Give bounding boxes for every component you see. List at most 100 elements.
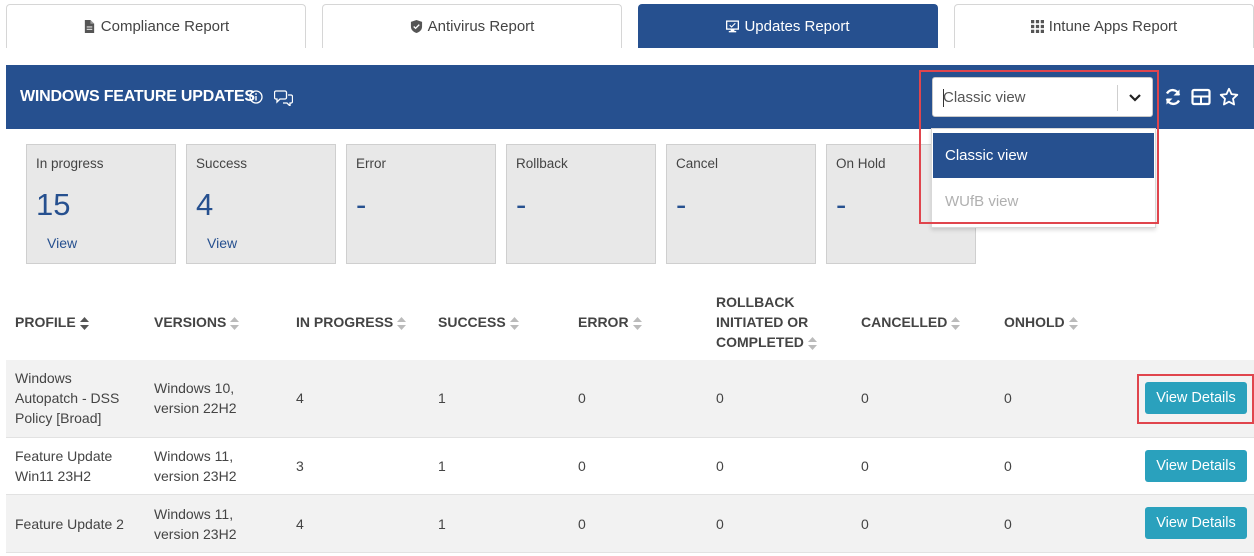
report-tabs: Compliance Report Antivirus Report Updat… — [6, 4, 1254, 48]
tab-compliance-report[interactable]: Compliance Report — [6, 4, 306, 48]
cell-line: version 23H2 — [154, 468, 237, 484]
star-icon[interactable] — [1219, 87, 1239, 107]
tab-label: Updates Report — [744, 18, 850, 35]
sort-icon — [1068, 316, 1078, 330]
column-label: ONHOLD — [1004, 314, 1065, 330]
option-classic-view[interactable]: Classic view — [933, 133, 1154, 178]
cell-cancelled: 0 — [861, 516, 869, 532]
cell-rollback: 0 — [716, 458, 724, 474]
cell-profile: Feature Update Win11 23H2 — [15, 446, 112, 486]
sort-icon — [509, 316, 519, 330]
stat-label: On Hold — [836, 156, 886, 171]
shield-icon — [410, 20, 423, 33]
stat-card-in-progress: In progress 15 View — [26, 144, 176, 264]
cell-success: 1 — [438, 390, 446, 406]
sort-icon — [951, 316, 961, 330]
column-header-success[interactable]: SUCCESS — [438, 312, 519, 332]
tab-label: Compliance Report — [100, 18, 230, 35]
cell-versions: Windows 11, version 23H2 — [154, 504, 237, 544]
cell-line: Windows 11, — [154, 506, 234, 522]
sort-icon — [397, 316, 407, 330]
column-label-line: INITIATED OR — [716, 314, 809, 330]
column-header-error[interactable]: ERROR — [578, 312, 642, 332]
cell-line: Policy [Broad] — [15, 410, 102, 426]
monitor-icon — [726, 20, 740, 33]
cell-line: version 23H2 — [154, 526, 237, 542]
column-header-profile[interactable]: PROFILE — [15, 312, 89, 332]
column-label: SUCCESS — [438, 314, 506, 330]
stat-card-error: Error - — [346, 144, 496, 264]
column-label: PROFILE — [15, 314, 76, 330]
refresh-icon[interactable] — [1163, 87, 1183, 107]
cell-success: 1 — [438, 458, 446, 474]
sort-icon — [79, 316, 89, 330]
stat-value: 4 — [196, 187, 214, 222]
cell-line: Feature Update — [15, 448, 113, 464]
cell-rollback: 0 — [716, 516, 724, 532]
tab-label: Intune Apps Report — [1048, 18, 1178, 35]
stat-card-cancel: Cancel - — [666, 144, 816, 264]
tab-label: Antivirus Report — [427, 18, 535, 35]
cell-line: Windows 11, — [154, 448, 234, 464]
view-details-button[interactable]: View Details — [1145, 507, 1247, 539]
stat-view-link[interactable]: View — [47, 235, 77, 251]
column-header-rollback[interactable]: ROLLBACK INITIATED OR COMPLETED — [716, 292, 817, 352]
column-label: IN PROGRESS — [296, 314, 394, 330]
table-layout-icon[interactable] — [1191, 87, 1211, 107]
cell-line: Win11 23H2 — [15, 468, 92, 484]
info-icon[interactable] — [249, 90, 263, 104]
column-label: CANCELLED — [861, 314, 948, 330]
stat-card-rollback: Rollback - — [506, 144, 656, 264]
cell-cancelled: 0 — [861, 458, 869, 474]
stat-label: Rollback — [516, 156, 568, 171]
stat-value: - — [836, 187, 847, 222]
cell-line: Feature Update 2 — [15, 516, 124, 532]
stat-value: - — [516, 187, 527, 222]
chevron-down-icon[interactable] — [1128, 92, 1142, 104]
select-separator — [1117, 85, 1118, 111]
tab-intune-apps-report[interactable]: Intune Apps Report — [954, 4, 1254, 48]
cell-success: 1 — [438, 516, 446, 532]
column-header-in-progress[interactable]: IN PROGRESS — [296, 312, 407, 332]
tab-antivirus-report[interactable]: Antivirus Report — [322, 4, 622, 48]
tab-updates-report[interactable]: Updates Report — [638, 4, 938, 48]
view-dropdown-menu: Classic view WUfB view — [931, 128, 1156, 228]
stat-value: - — [676, 187, 687, 222]
cell-line: Windows 10, — [154, 380, 235, 396]
stat-label: Success — [196, 156, 248, 171]
column-header-cancelled[interactable]: CANCELLED — [861, 312, 961, 332]
cell-line: Windows — [15, 370, 72, 386]
view-details-button[interactable]: View Details — [1145, 382, 1247, 414]
column-label-line: COMPLETED — [716, 334, 804, 350]
cell-onhold: 0 — [1004, 390, 1012, 406]
column-label-line: ROLLBACK — [716, 294, 795, 310]
document-icon — [83, 20, 96, 33]
column-label: ERROR — [578, 314, 629, 330]
cell-error: 0 — [578, 458, 586, 474]
cell-error: 0 — [578, 516, 586, 532]
cell-onhold: 0 — [1004, 516, 1012, 532]
stat-label: In progress — [36, 156, 104, 171]
cell-versions: Windows 11, version 23H2 — [154, 446, 237, 486]
stat-value: - — [356, 187, 367, 222]
view-details-button[interactable]: View Details — [1145, 450, 1247, 482]
cell-in-progress: 4 — [296, 390, 304, 406]
column-header-onhold[interactable]: ONHOLD — [1004, 312, 1078, 332]
column-label: VERSIONS — [154, 314, 227, 330]
stat-value: 15 — [36, 187, 71, 222]
stat-label: Error — [356, 156, 386, 171]
sort-icon — [632, 316, 642, 330]
cell-line: Autopatch - DSS — [15, 390, 120, 406]
row-divider — [6, 437, 1254, 438]
column-header-versions[interactable]: VERSIONS — [154, 312, 240, 332]
stat-view-link[interactable]: View — [207, 235, 237, 251]
report-header: WINDOWS FEATURE UPDATES Classic view — [6, 65, 1254, 129]
comments-icon[interactable] — [274, 89, 293, 106]
option-wufb-view[interactable]: WUfB view — [933, 179, 1154, 224]
cell-error: 0 — [578, 390, 586, 406]
cell-in-progress: 3 — [296, 458, 304, 474]
view-select[interactable]: Classic view — [932, 77, 1153, 117]
cell-onhold: 0 — [1004, 458, 1012, 474]
cell-versions: Windows 10, version 22H2 — [154, 378, 237, 418]
cell-rollback: 0 — [716, 390, 724, 406]
